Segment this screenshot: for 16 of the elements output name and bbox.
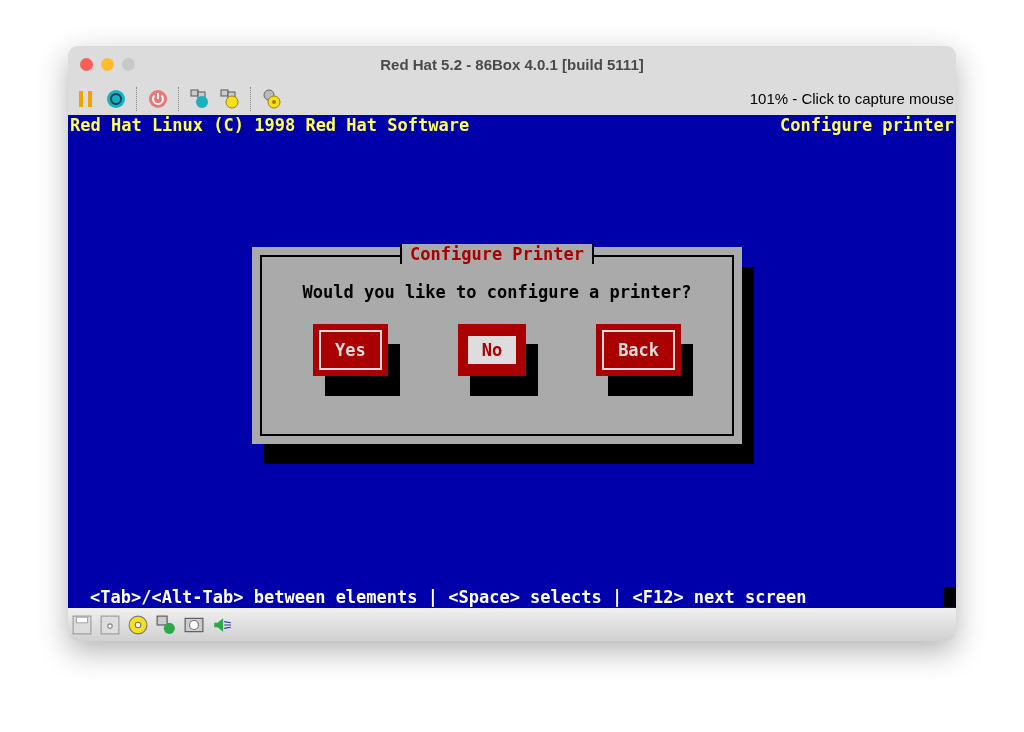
power-icon[interactable] (148, 88, 168, 109)
reset-icon[interactable] (106, 88, 126, 109)
help-line: <Tab>/<Alt-Tab> between elements | <Space> selects | <F12> next screen (90, 587, 807, 607)
text-cursor (944, 587, 956, 607)
screen-title: Configure printer (780, 115, 954, 135)
floppy-icon[interactable] (100, 614, 120, 635)
cd-icon[interactable] (128, 614, 148, 635)
dialog-question: Would you like to configure a printer? (302, 282, 692, 302)
capture-status: 101% - Click to capture mouse (749, 90, 955, 107)
window-title: Red Hat 5.2 - 86Box 4.0.1 [build 5111] (380, 55, 644, 73)
copyright-text: Red Hat Linux (C) 1998 Red Hat Software (70, 115, 470, 135)
floppy-icon[interactable] (72, 614, 92, 635)
close-button[interactable] (80, 57, 93, 71)
dialog-title: Configure Printer (400, 244, 594, 264)
settings-icon[interactable] (262, 88, 282, 109)
network-icon[interactable] (156, 614, 176, 635)
